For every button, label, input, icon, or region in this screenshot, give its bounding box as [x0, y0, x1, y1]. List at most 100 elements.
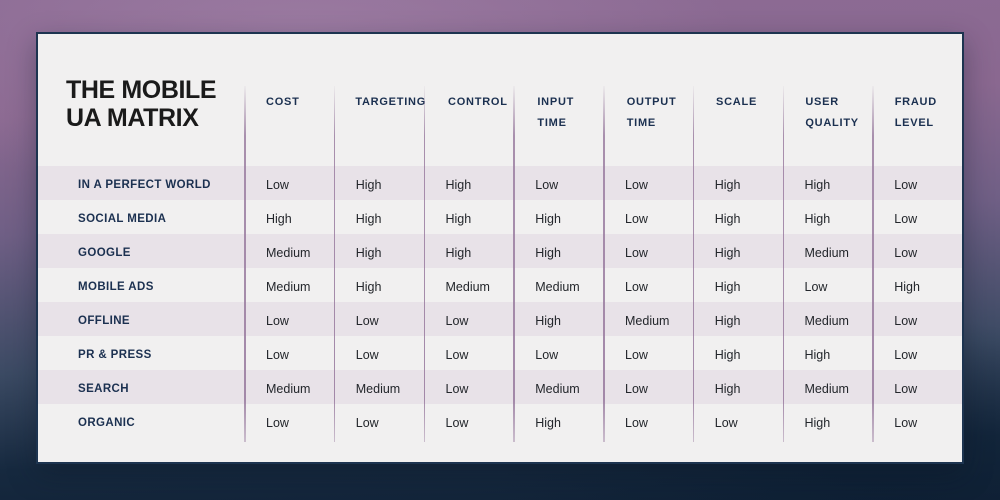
cell: High: [804, 348, 831, 362]
column-header-fraud-level: FRAUD LEVEL: [873, 92, 962, 168]
cell: Medium: [535, 280, 580, 294]
cell: High: [355, 212, 382, 226]
cell: High: [714, 382, 741, 396]
cell: High: [714, 212, 741, 226]
row-label-pr-press: PR & PRESS: [78, 349, 152, 361]
table-row: SOCIAL MEDIA High High High High Low High High L…: [38, 200, 962, 234]
cell: Low: [355, 416, 379, 430]
row-label-in-a-perfect-world: IN A PERFECT WORLD: [78, 179, 211, 191]
cell: Low: [894, 348, 918, 362]
table-row: ORGANIC Low Low Low High Low Low High Low: [38, 404, 962, 438]
row-label-column-header: [38, 92, 244, 168]
cell: Low: [625, 246, 648, 260]
column-header-scale: SCALE: [694, 92, 783, 168]
column-header-input-time: INPUT TIME: [515, 92, 604, 168]
cell: High: [804, 178, 831, 192]
cell: High: [445, 212, 472, 226]
cell: Medium: [266, 382, 311, 396]
cell: High: [355, 280, 382, 294]
cell: High: [714, 348, 741, 362]
cell: Medium: [625, 314, 670, 328]
cell: High: [445, 178, 472, 192]
cell: Low: [355, 314, 379, 328]
cell: Low: [894, 382, 918, 396]
cell: Low: [266, 348, 289, 362]
cell: Medium: [445, 280, 490, 294]
cell: Low: [445, 348, 469, 362]
column-header-line: FRAUD: [894, 96, 937, 108]
matrix-table: THE MOBILE UA MATRIX COST TARGETING CONTRO…: [38, 34, 962, 462]
cell: High: [714, 314, 741, 328]
column-header-cost: COST: [244, 92, 333, 168]
cell: Medium: [355, 382, 401, 396]
table-row: GOOGLE Medium High High High Low High Medium Low: [38, 234, 962, 268]
column-header-output-time: OUTPUT TIME: [605, 92, 694, 168]
cell: Low: [355, 348, 379, 362]
cell: Medium: [804, 314, 849, 328]
cell: Low: [266, 416, 289, 430]
column-header-line: COST: [266, 96, 300, 108]
column-header-line: USER: [805, 96, 839, 108]
cell: Low: [625, 178, 648, 192]
cell: High: [445, 246, 472, 260]
cell: High: [535, 212, 561, 226]
row-label-social-media: SOCIAL MEDIA: [78, 213, 167, 225]
cell: High: [355, 246, 382, 260]
column-header-line: QUALITY: [805, 116, 859, 129]
cell: Low: [445, 416, 469, 430]
table-body: IN A PERFECT WORLD Low High High Low Low High H…: [38, 166, 962, 438]
cell: Low: [535, 178, 559, 192]
cell: High: [266, 212, 292, 226]
column-header-control: CONTROL: [426, 92, 515, 168]
cell: High: [714, 280, 741, 294]
column-header-line: LEVEL: [894, 116, 934, 129]
row-label-organic: ORGANIC: [78, 417, 136, 429]
column-header-line: TIME: [537, 116, 567, 129]
cell: Low: [894, 246, 918, 260]
cell: Low: [625, 382, 648, 396]
cell: High: [804, 212, 831, 226]
cell: High: [535, 314, 561, 328]
cell: High: [804, 416, 831, 430]
cell: Medium: [535, 382, 580, 396]
cell: Low: [894, 416, 918, 430]
cell: Medium: [266, 280, 311, 294]
table-row: PR & PRESS Low Low Low Low Low High High Low: [38, 336, 962, 370]
table-header-row: COST TARGETING CONTROL INPUT TIME OUTPUT TIME S…: [38, 92, 962, 168]
cell: Low: [804, 280, 828, 294]
cell: High: [355, 178, 382, 192]
row-label-search: SEARCH: [78, 383, 129, 395]
cell: Low: [535, 348, 559, 362]
cell: Low: [625, 212, 648, 226]
table-row: MOBILE ADS Medium High Medium Medium Low High L…: [38, 268, 962, 302]
cell: Low: [445, 382, 469, 396]
row-label-offline: OFFLINE: [78, 315, 130, 327]
cell: Low: [266, 314, 289, 328]
table-row: SEARCH Medium Medium Low Medium Low High Medium…: [38, 370, 962, 404]
row-label-mobile-ads: MOBILE ADS: [78, 281, 154, 293]
column-header-line: CONTROL: [448, 96, 508, 108]
column-header-line: INPUT: [537, 96, 575, 108]
column-header-targeting: TARGETING: [333, 92, 426, 168]
cell: High: [535, 416, 561, 430]
cell: Low: [266, 178, 289, 192]
column-header-line: TARGETING: [355, 96, 427, 108]
column-header-line: OUTPUT: [626, 96, 677, 108]
cell: Low: [714, 416, 738, 430]
cell: High: [535, 246, 561, 260]
column-header-user-quality: USER QUALITY: [783, 92, 872, 168]
column-header-line: SCALE: [716, 96, 758, 108]
cell: Medium: [804, 246, 849, 260]
cell: Medium: [804, 382, 849, 396]
cell: High: [714, 178, 741, 192]
column-header-line: TIME: [626, 116, 656, 129]
cell: Low: [445, 314, 469, 328]
cell: Low: [625, 348, 648, 362]
table-row: OFFLINE Low Low Low High Medium High Medium Low: [38, 302, 962, 336]
cell: Low: [894, 314, 918, 328]
cell: High: [894, 280, 920, 294]
matrix-card: THE MOBILE UA MATRIX COST TARGETING CONTRO…: [36, 32, 964, 464]
cell: High: [714, 246, 741, 260]
cell: Low: [625, 280, 648, 294]
table-row: IN A PERFECT WORLD Low High High Low Low High H…: [38, 166, 962, 200]
